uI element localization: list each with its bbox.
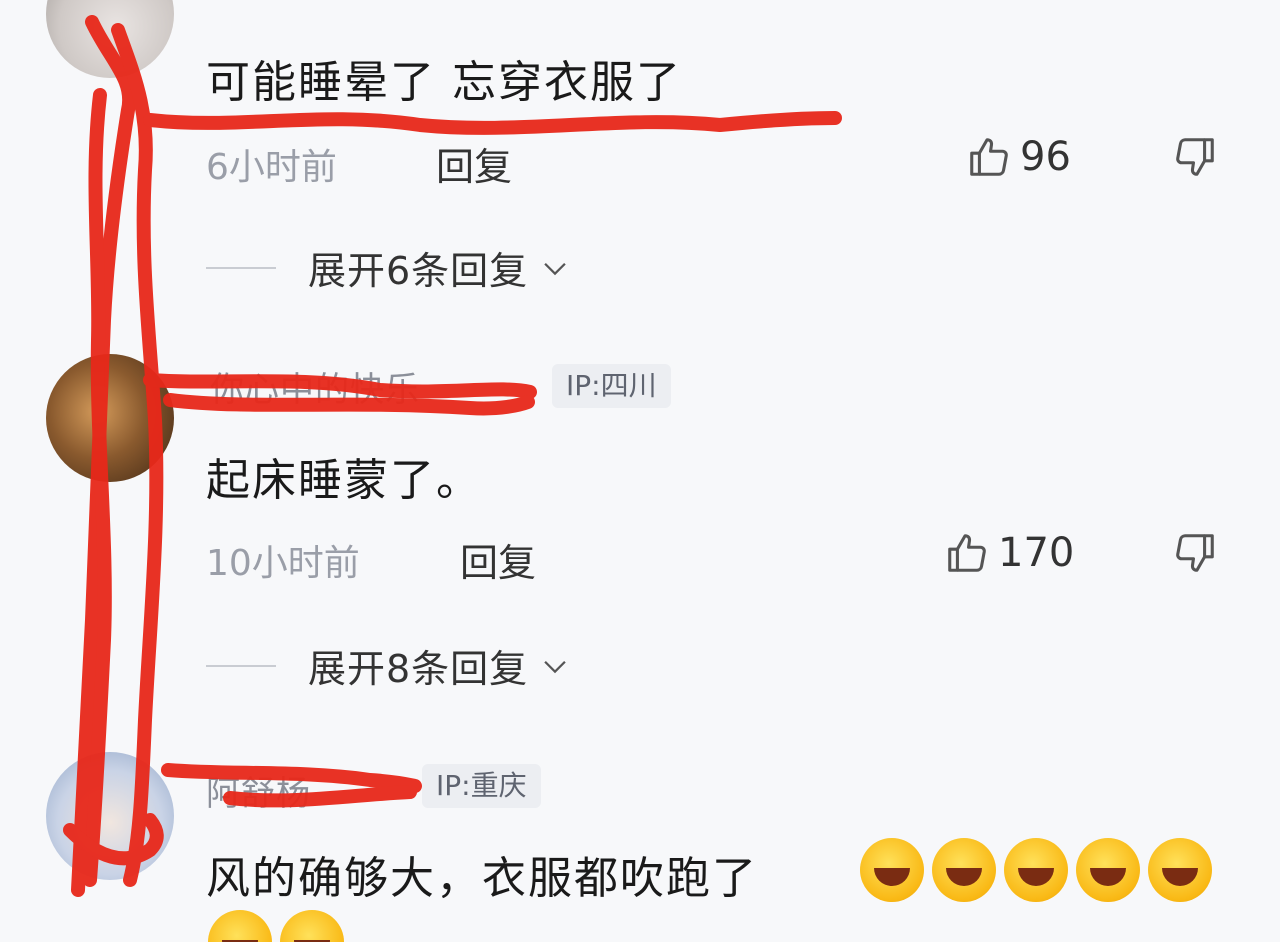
thumb-down-icon[interactable] — [1172, 530, 1218, 576]
laughing-emoji — [1004, 838, 1068, 902]
laughing-emoji — [280, 910, 344, 942]
thumb-down-icon[interactable] — [1172, 134, 1218, 180]
like-count: 170 — [998, 530, 1075, 576]
like-button[interactable]: 170 — [944, 530, 1074, 576]
comment-time: 10小时前 — [206, 543, 360, 584]
reply-button[interactable]: 回复 — [436, 136, 512, 191]
laughing-emoji — [932, 838, 996, 902]
username[interactable]: 你心中的快乐 — [210, 362, 420, 411]
expand-replies-label: 展开6条回复 — [308, 249, 529, 293]
divider — [206, 664, 276, 667]
reply-button[interactable]: 回复 — [460, 532, 536, 587]
chevron-down-icon — [544, 660, 566, 673]
thumb-up-icon — [970, 138, 1008, 176]
laughing-emoji — [860, 838, 924, 902]
like-button[interactable]: 96 — [966, 134, 1071, 180]
expand-replies-button[interactable]: 展开6条回复 — [206, 240, 572, 295]
divider — [206, 266, 276, 269]
expand-replies-label: 展开8条回复 — [308, 647, 529, 691]
red-scribble-overlay — [63, 15, 842, 897]
ip-location-badge: IP:四川 — [552, 364, 671, 408]
emoji-row — [852, 838, 1212, 902]
emoji-row — [200, 910, 344, 942]
like-count: 96 — [1020, 134, 1071, 180]
username[interactable]: 阿舒杨 — [206, 766, 311, 815]
thumb-up-icon — [948, 534, 986, 572]
laughing-emoji — [208, 910, 272, 942]
comment-text: 起床睡蒙了。 — [206, 455, 482, 506]
comment-list: 可能睡晕了 忘穿衣服了 6小时前 回复 96 展开6条回复 你心中的快乐 IP:… — [0, 0, 1280, 942]
ip-location-badge: IP:重庆 — [422, 764, 541, 808]
avatar[interactable] — [46, 0, 174, 78]
avatar[interactable] — [46, 354, 174, 482]
chevron-down-icon — [544, 262, 566, 275]
comment-text: 可能睡晕了 忘穿衣服了 — [206, 57, 682, 108]
laughing-emoji — [1148, 838, 1212, 902]
avatar[interactable] — [46, 752, 174, 880]
comment-text: 风的确够大，衣服都吹跑了 — [206, 853, 758, 904]
comment-time: 6小时前 — [206, 147, 337, 188]
expand-replies-button[interactable]: 展开8条回复 — [206, 638, 572, 693]
laughing-emoji — [1076, 838, 1140, 902]
